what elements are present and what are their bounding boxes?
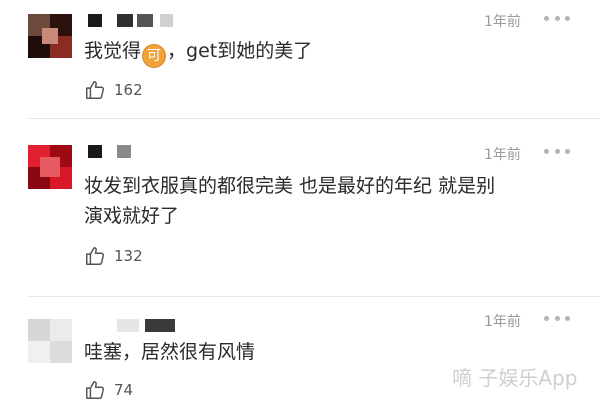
comment-2: 1年前 妆发到衣服真的都很完美 也是最好的年纪 就是别 演戏就好了 132 — [0, 119, 600, 299]
more-options-icon[interactable] — [544, 15, 570, 21]
username-4 — [160, 14, 173, 27]
comment-time: 1年前 — [484, 147, 521, 163]
avatar[interactable] — [28, 319, 72, 363]
comment-1: 1年前 我觉得可，get到她的美了 162 — [0, 0, 600, 118]
like-count: 162 — [114, 81, 143, 99]
username[interactable] — [88, 14, 102, 27]
username-3 — [137, 14, 153, 27]
comment-3: 1年前 哇塞，居然很有风情 74 — [0, 297, 600, 412]
more-options-icon[interactable] — [544, 148, 570, 154]
comment-text: 妆发到衣服真的都很完美 也是最好的年纪 就是别 演戏就好了 — [84, 171, 564, 231]
thumbs-up-icon — [86, 381, 105, 399]
username[interactable] — [88, 145, 102, 158]
more-options-icon[interactable] — [544, 315, 570, 321]
username-2 — [117, 14, 133, 27]
username-2 — [117, 145, 131, 158]
comment-text-after: ，get到她的美了 — [167, 40, 313, 62]
avatar[interactable] — [28, 14, 72, 58]
thumbs-up-icon — [86, 247, 105, 265]
comment-time: 1年前 — [484, 14, 521, 30]
username[interactable] — [117, 319, 139, 332]
comment-text-before: 我觉得 — [84, 40, 142, 62]
comment-text: 我觉得可，get到她的美了 — [84, 36, 564, 68]
like-button[interactable]: 132 — [84, 244, 143, 268]
like-count: 74 — [114, 381, 134, 399]
username-2 — [145, 319, 175, 332]
like-count: 132 — [114, 247, 143, 265]
thumbs-up-icon — [86, 81, 105, 99]
comment-text-line-2: 演戏就好了 — [84, 205, 180, 227]
like-button[interactable]: 74 — [84, 378, 133, 402]
watermark: 嘀 子娱乐App — [452, 366, 578, 390]
avatar[interactable] — [28, 145, 72, 189]
ke-emoji-icon: 可 — [142, 44, 167, 68]
like-button[interactable]: 162 — [84, 78, 143, 102]
comment-time: 1年前 — [484, 314, 521, 330]
comment-text-line-1: 妆发到衣服真的都很完美 也是最好的年纪 就是别 — [84, 175, 496, 197]
